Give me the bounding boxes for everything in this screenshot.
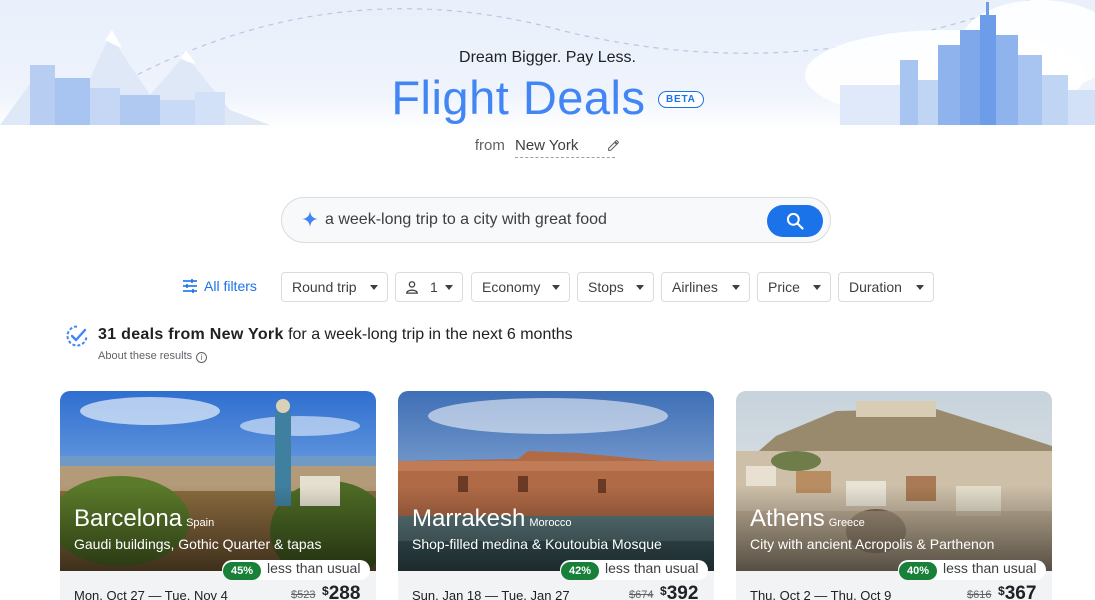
currency-symbol: $ <box>998 584 1005 598</box>
pencil-icon[interactable] <box>607 139 620 156</box>
discount-percent: 42% <box>561 562 600 580</box>
trip-dates: Sun, Jan 18 — Tue, Jan 27 <box>412 588 570 600</box>
results-qualifier: for a week-long trip in the next 6 month… <box>283 326 573 343</box>
chevron-down-icon <box>445 285 453 290</box>
usual-price: $523 <box>291 589 316 600</box>
title-row: Flight Deals BETA <box>0 70 1095 125</box>
deal-card-athens[interactable]: Athens Greece City with ancient Acropolis… <box>736 391 1052 600</box>
filter-bar: All filters Round trip 1 Economy Stops A… <box>0 272 1095 302</box>
trip-type-dropdown[interactable]: Round trip <box>281 272 388 302</box>
deal-badge: 42% less than usual <box>560 560 709 580</box>
about-results-link[interactable]: About these results i <box>98 350 208 363</box>
chevron-down-icon <box>370 285 378 290</box>
card-description: Gaudi buildings, Gothic Quarter & tapas <box>74 536 322 552</box>
price-amount: 367 <box>1004 583 1037 600</box>
usual-price: $674 <box>629 589 654 600</box>
country-name: Greece <box>828 517 865 529</box>
chevron-down-icon <box>636 285 644 290</box>
deal-badge: 40% less than usual <box>898 560 1047 580</box>
trip-type-label: Round trip <box>292 279 357 295</box>
deal-card-marrakesh[interactable]: Marrakesh Morocco Shop-filled medina & Ko… <box>398 391 714 600</box>
search-bar[interactable]: a week-long trip to a city with great fo… <box>281 197 831 243</box>
duration-dropdown[interactable]: Duration <box>838 272 934 302</box>
card-description: Shop-filled medina & Koutoubia Mosque <box>412 536 662 552</box>
price-dropdown[interactable]: Price <box>757 272 831 302</box>
all-filters-label: All filters <box>204 278 257 294</box>
price-amount: 288 <box>328 583 361 600</box>
deal-label: less than usual <box>943 560 1037 576</box>
cabin-class-dropdown[interactable]: Economy <box>471 272 570 302</box>
origin-city-field[interactable]: New York <box>515 137 615 158</box>
country-name: Morocco <box>529 517 572 529</box>
beta-badge: BETA <box>657 91 704 108</box>
hero-banner: Dream Bigger. Pay Less. Flight Deals BET… <box>0 0 1095 130</box>
discount-percent: 40% <box>899 562 938 580</box>
sparkle-icon <box>302 211 318 232</box>
deals-count: 31 deals from New York <box>98 326 284 343</box>
deal-badge: 45% less than usual <box>222 560 371 580</box>
info-icon: i <box>196 352 208 363</box>
all-filters-button[interactable]: All filters <box>182 278 257 294</box>
sliders-icon <box>183 279 197 293</box>
usual-price: $616 <box>967 589 992 600</box>
deal-label: less than usual <box>267 560 361 576</box>
card-city: Athens Greece <box>750 505 865 533</box>
card-city: Barcelona Spain <box>74 505 214 533</box>
about-results-label: About these results <box>98 350 193 362</box>
verified-check-icon <box>66 325 88 347</box>
card-description: City with ancient Acropolis & Parthenon <box>750 536 995 552</box>
price-label: Price <box>768 279 800 295</box>
country-name: Spain <box>186 517 215 529</box>
stops-label: Stops <box>588 279 624 295</box>
duration-label: Duration <box>849 279 902 295</box>
trip-dates: Thu, Oct 2 — Thu, Oct 9 <box>750 588 892 600</box>
page-title: Flight Deals <box>391 71 646 124</box>
chevron-down-icon <box>552 285 560 290</box>
search-icon <box>786 212 804 230</box>
cabin-class-label: Economy <box>482 279 541 295</box>
currency-symbol: $ <box>660 584 667 598</box>
city-name: Marrakesh <box>412 505 526 532</box>
passengers-dropdown[interactable]: 1 <box>395 272 463 302</box>
deal-card-barcelona[interactable]: Barcelona Spain Gaudi buildings, Gothic Q… <box>60 391 376 600</box>
airlines-dropdown[interactable]: Airlines <box>661 272 750 302</box>
results-heading: 31 deals from New York for a week-long t… <box>98 326 573 344</box>
hero-tagline: Dream Bigger. Pay Less. <box>459 49 636 66</box>
city-name: Barcelona <box>74 505 183 532</box>
chevron-down-icon <box>732 285 740 290</box>
discount-percent: 45% <box>223 562 262 580</box>
airlines-label: Airlines <box>672 279 718 295</box>
deal-price: $288 <box>322 583 360 600</box>
passengers-label: 1 <box>430 279 438 295</box>
search-button[interactable] <box>767 205 823 237</box>
from-label: from <box>474 137 505 154</box>
card-city: Marrakesh Morocco <box>412 505 572 533</box>
price-amount: 392 <box>666 583 699 600</box>
deal-price: $392 <box>660 583 698 600</box>
chevron-down-icon <box>916 285 924 290</box>
origin-selector: from New York <box>0 137 1095 158</box>
deal-price: $367 <box>998 583 1036 600</box>
chevron-down-icon <box>813 285 821 290</box>
stops-dropdown[interactable]: Stops <box>577 272 654 302</box>
trip-dates: Mon, Oct 27 — Tue, Nov 4 <box>74 588 228 600</box>
person-icon <box>406 281 418 294</box>
search-input[interactable]: a week-long trip to a city with great fo… <box>325 211 607 229</box>
deal-label: less than usual <box>605 560 699 576</box>
city-name: Athens <box>750 505 825 532</box>
currency-symbol: $ <box>322 584 329 598</box>
